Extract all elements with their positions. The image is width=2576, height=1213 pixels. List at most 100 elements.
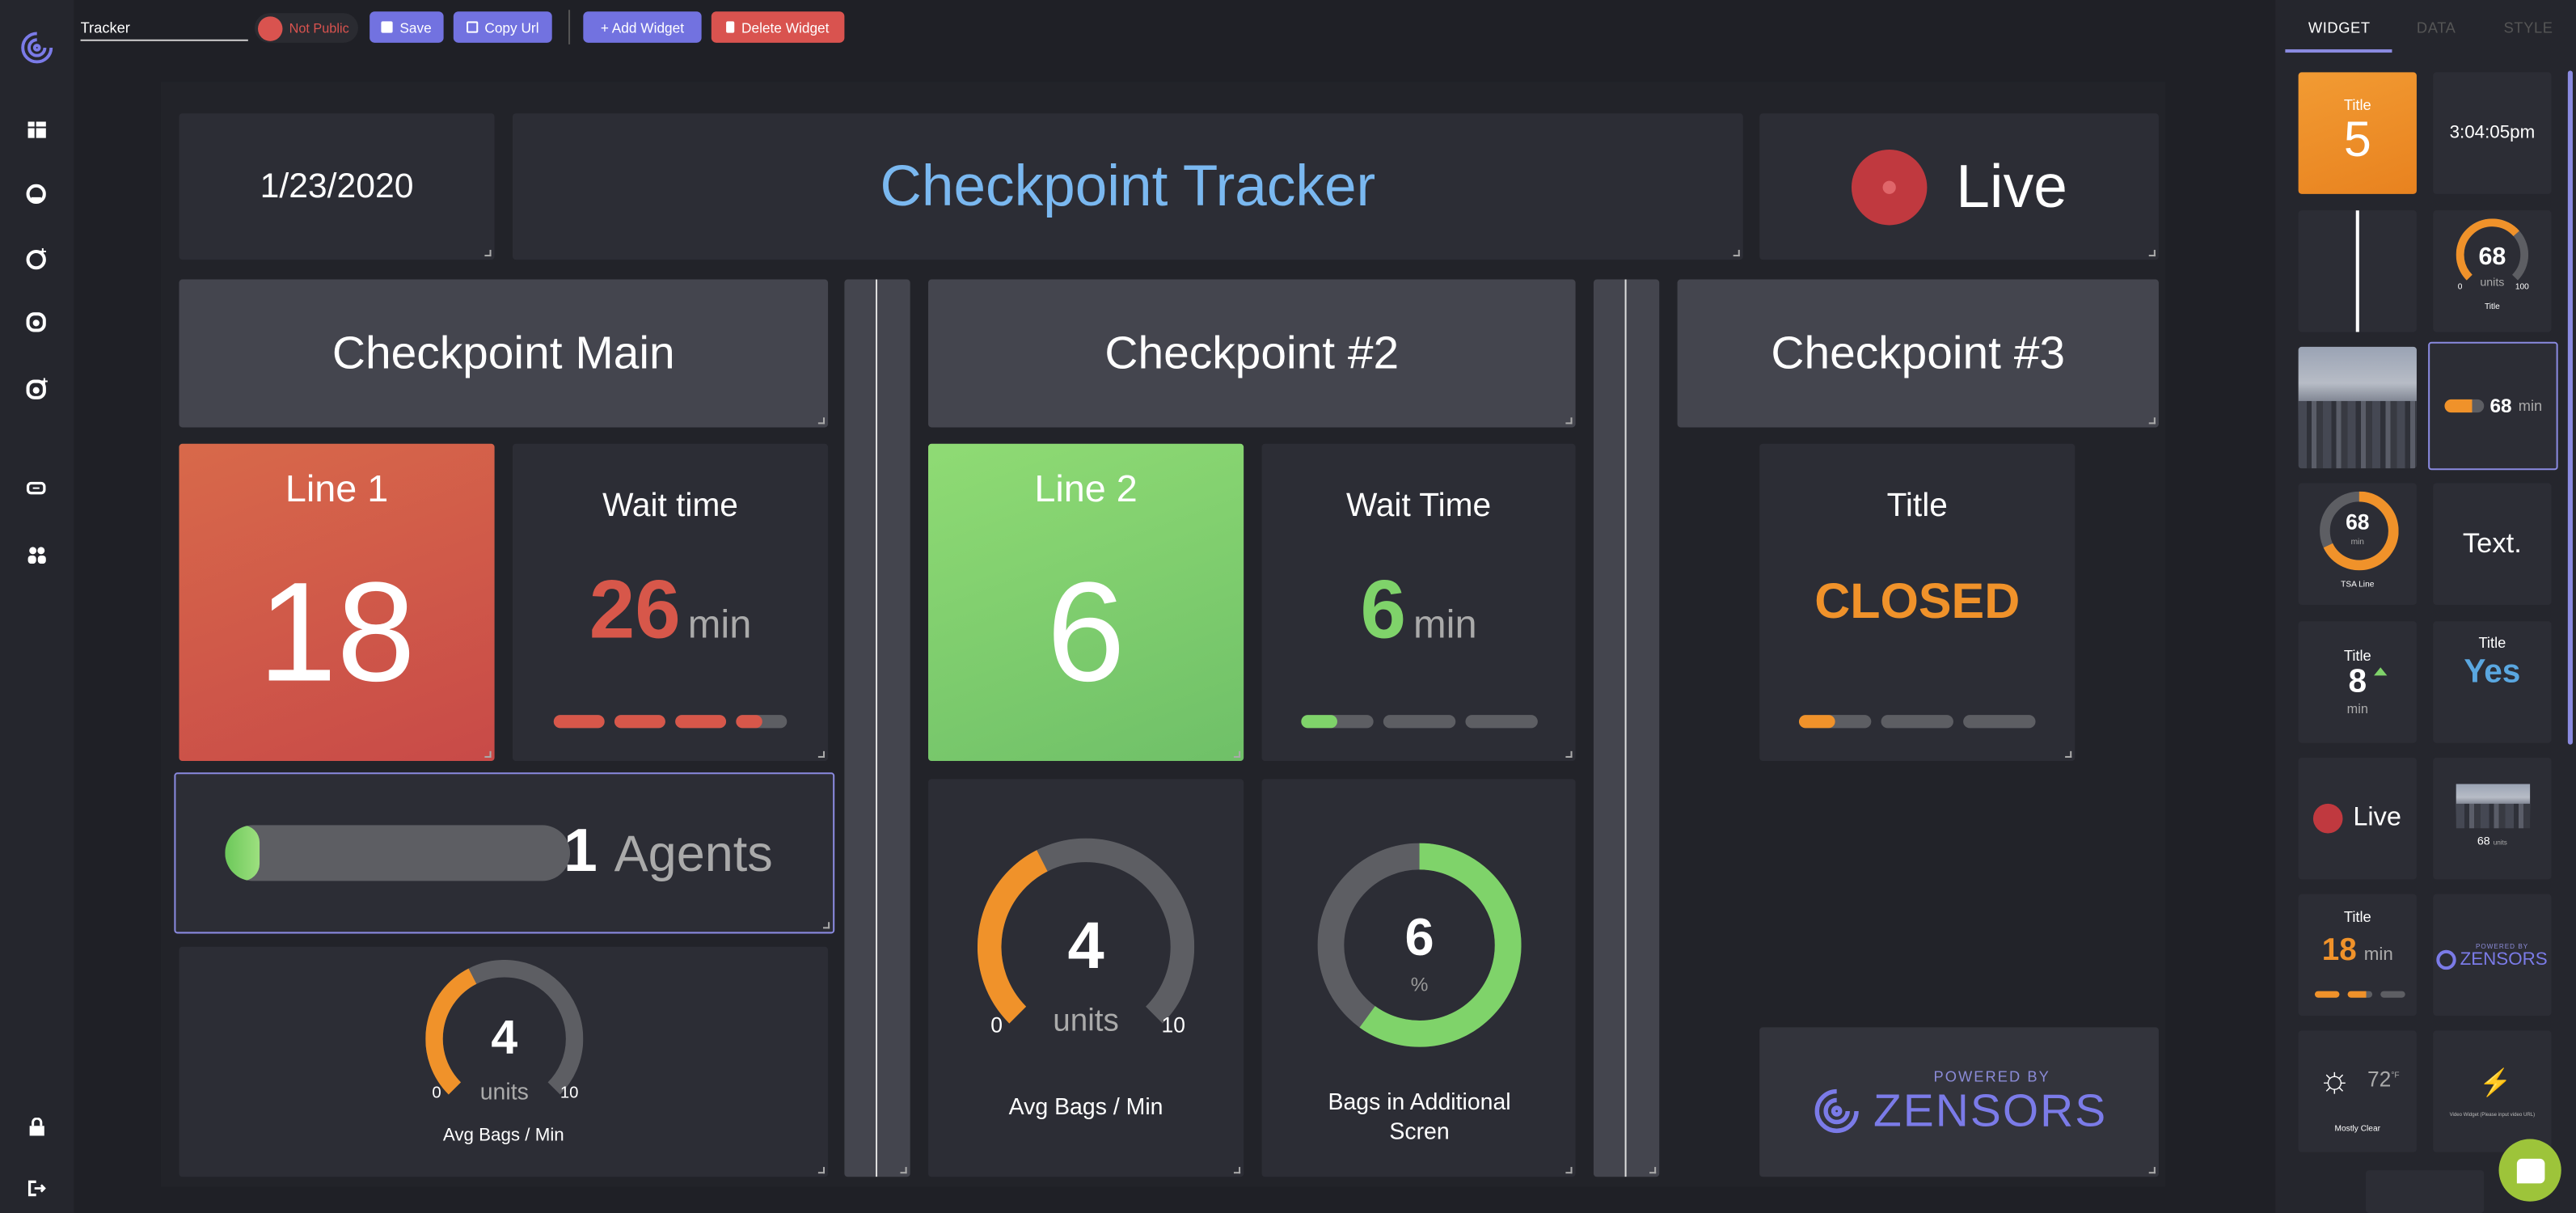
widget-title: Wait time [602,488,738,525]
thumb-powered-widget[interactable]: POWERED BY ZENSORS [2433,894,2552,1016]
progress-segments [513,707,828,737]
thumb-title: Title [2478,634,2506,651]
layout-icon[interactable] [23,116,49,143]
thumb-more-widget[interactable] [2365,1170,2485,1213]
status-widget[interactable]: Title CLOSED [1759,443,2076,762]
section-header[interactable]: Checkpoint Main [179,279,829,428]
powered-by-widget[interactable]: POWERED BY ZENSORS [1759,1027,2159,1177]
tab-widget[interactable]: WIDGET [2308,19,2371,36]
title-widget[interactable]: Checkpoint Tracker [512,113,1743,260]
thumb-video-widget[interactable]: ⚡ Video Widget (Please input video URL) [2433,1030,2552,1152]
thumb-unit: min [2346,701,2368,717]
wait-time-widget[interactable]: Wait time 26 min [512,443,829,762]
copy-icon [466,21,479,33]
widget-value: 6 [1046,553,1125,712]
line2-widget[interactable]: Line 2 6 [928,443,1244,762]
avg-bags-gauge-widget[interactable]: 4 units 0 10 Avg Bags / Min [179,946,829,1177]
logo-icon[interactable] [18,28,56,68]
ring-widget[interactable]: 6 % Bags in Additional Scren [1261,779,1576,1177]
logout-icon[interactable] [23,1175,49,1202]
gauge-value: 4 [491,1012,518,1066]
save-button[interactable]: Save [370,11,444,43]
visibility-label: Not Public [289,20,349,36]
progress-segment [1382,715,1455,729]
section-header[interactable]: Checkpoint #3 [1677,279,2159,428]
line1-widget[interactable]: Line 1 18 [179,443,495,762]
thumb-text-widget[interactable]: Text. [2433,483,2552,605]
progress-segment [614,715,665,729]
section-title: Checkpoint #2 [1104,327,1400,378]
thumb-clock-widget[interactable]: 3:04:05pm [2433,72,2552,194]
thumb-value: 68 [2478,243,2506,272]
thumb-wait-widget[interactable]: Title 18 min [2298,894,2417,1016]
users-icon[interactable] [23,541,49,568]
widget-title: Wait Time [1345,488,1492,525]
thumb-image-widget[interactable] [2298,346,2417,469]
thumb-unit: units [2493,838,2507,847]
progress-segment [1881,715,1953,729]
progress-segment [736,715,788,729]
widget-unit: min [1413,602,1477,648]
section-title: Checkpoint #3 [1771,327,2066,378]
chat-button[interactable] [2498,1139,2561,1202]
thumb-title: Title [2343,908,2371,926]
section-header[interactable]: Checkpoint #2 [928,279,1576,428]
scrollbar[interactable] [2567,70,2573,745]
gauge-icon[interactable] [23,181,49,208]
lock-icon[interactable] [23,1113,49,1139]
link-icon[interactable] [23,475,49,501]
agents-bar [225,825,571,881]
wait-time-widget[interactable]: Wait Time 6 min [1261,443,1576,762]
thumb-segments [2314,991,2405,998]
thumb-ring-widget[interactable]: 68 min TSA Line [2298,483,2417,605]
visibility-toggle[interactable]: Not Public [254,13,358,43]
progress-segments [1261,707,1575,737]
widget-unit: min [687,602,752,648]
add-camera-icon[interactable] [23,374,49,401]
thumb-bar-widget[interactable]: 68 min [2428,341,2558,471]
delete-widget-button[interactable]: Delete Widget [711,11,845,43]
thumb-text: Text. [2462,527,2522,560]
thumb-max: 100 [2515,282,2529,293]
thumb-live-label: Live [2353,803,2401,832]
thumb-value: 68 [2477,836,2490,848]
live-widget[interactable]: Live [1759,113,2159,260]
sun-icon: ☼ [2318,1058,2351,1100]
tab-data[interactable]: DATA [2417,19,2456,36]
thumb-boolean-widget[interactable]: Title Yes [2433,621,2552,743]
powered-by-text: POWERED BY [1933,1067,2050,1084]
gauge-max: 10 [1161,1012,1185,1038]
dashboard-name-input[interactable] [80,16,248,41]
thumb-weather-widget[interactable]: ☼ 72°F Mostly Clear [2298,1030,2417,1152]
thumb-unit: min [2518,397,2543,415]
plug-icon: ⚡ [2479,1070,2512,1098]
avg-bags-gauge-widget[interactable]: 4 units 0 10 Avg Bags / Min [928,779,1244,1177]
toolbar-divider [568,10,571,44]
thumb-trend-widget[interactable]: Title 8 min [2298,621,2417,743]
thumb-label: TSA Line [2341,580,2375,590]
save-label: Save [399,19,432,36]
copy-url-button[interactable]: Copy Url [453,11,552,43]
thumb-gauge-widget[interactable]: 68 units 0 100 Title [2433,210,2552,332]
divider-line [876,279,878,1177]
camera-icon[interactable] [23,309,49,336]
agents-widget[interactable]: 1 Agents [174,772,835,934]
agents-value: 1 [563,817,598,885]
thumb-divider-widget[interactable] [2298,210,2417,332]
date-widget[interactable]: 1/23/2020 [179,113,495,260]
ring-unit: % [1410,973,1429,996]
add-widget-button[interactable]: + Add Widget [583,11,702,43]
divider-widget[interactable] [1593,279,1660,1177]
thumb-powered-small: POWERED BY [2475,940,2529,949]
thumb-bar [2443,399,2484,413]
thumb-live-widget[interactable]: Live [2298,757,2417,880]
divider-widget[interactable] [844,279,910,1177]
progress-segment [553,715,605,729]
thumb-count-widget[interactable]: Title 5 [2298,72,2417,194]
gauge-value: 4 [1067,911,1104,983]
add-gauge-icon[interactable] [23,245,49,272]
delete-widget-label: Delete Widget [741,19,830,36]
thumb-image-value-widget[interactable]: 68 units [2433,757,2552,880]
gauge-max: 10 [560,1084,579,1103]
tab-style[interactable]: STYLE [2504,19,2553,36]
